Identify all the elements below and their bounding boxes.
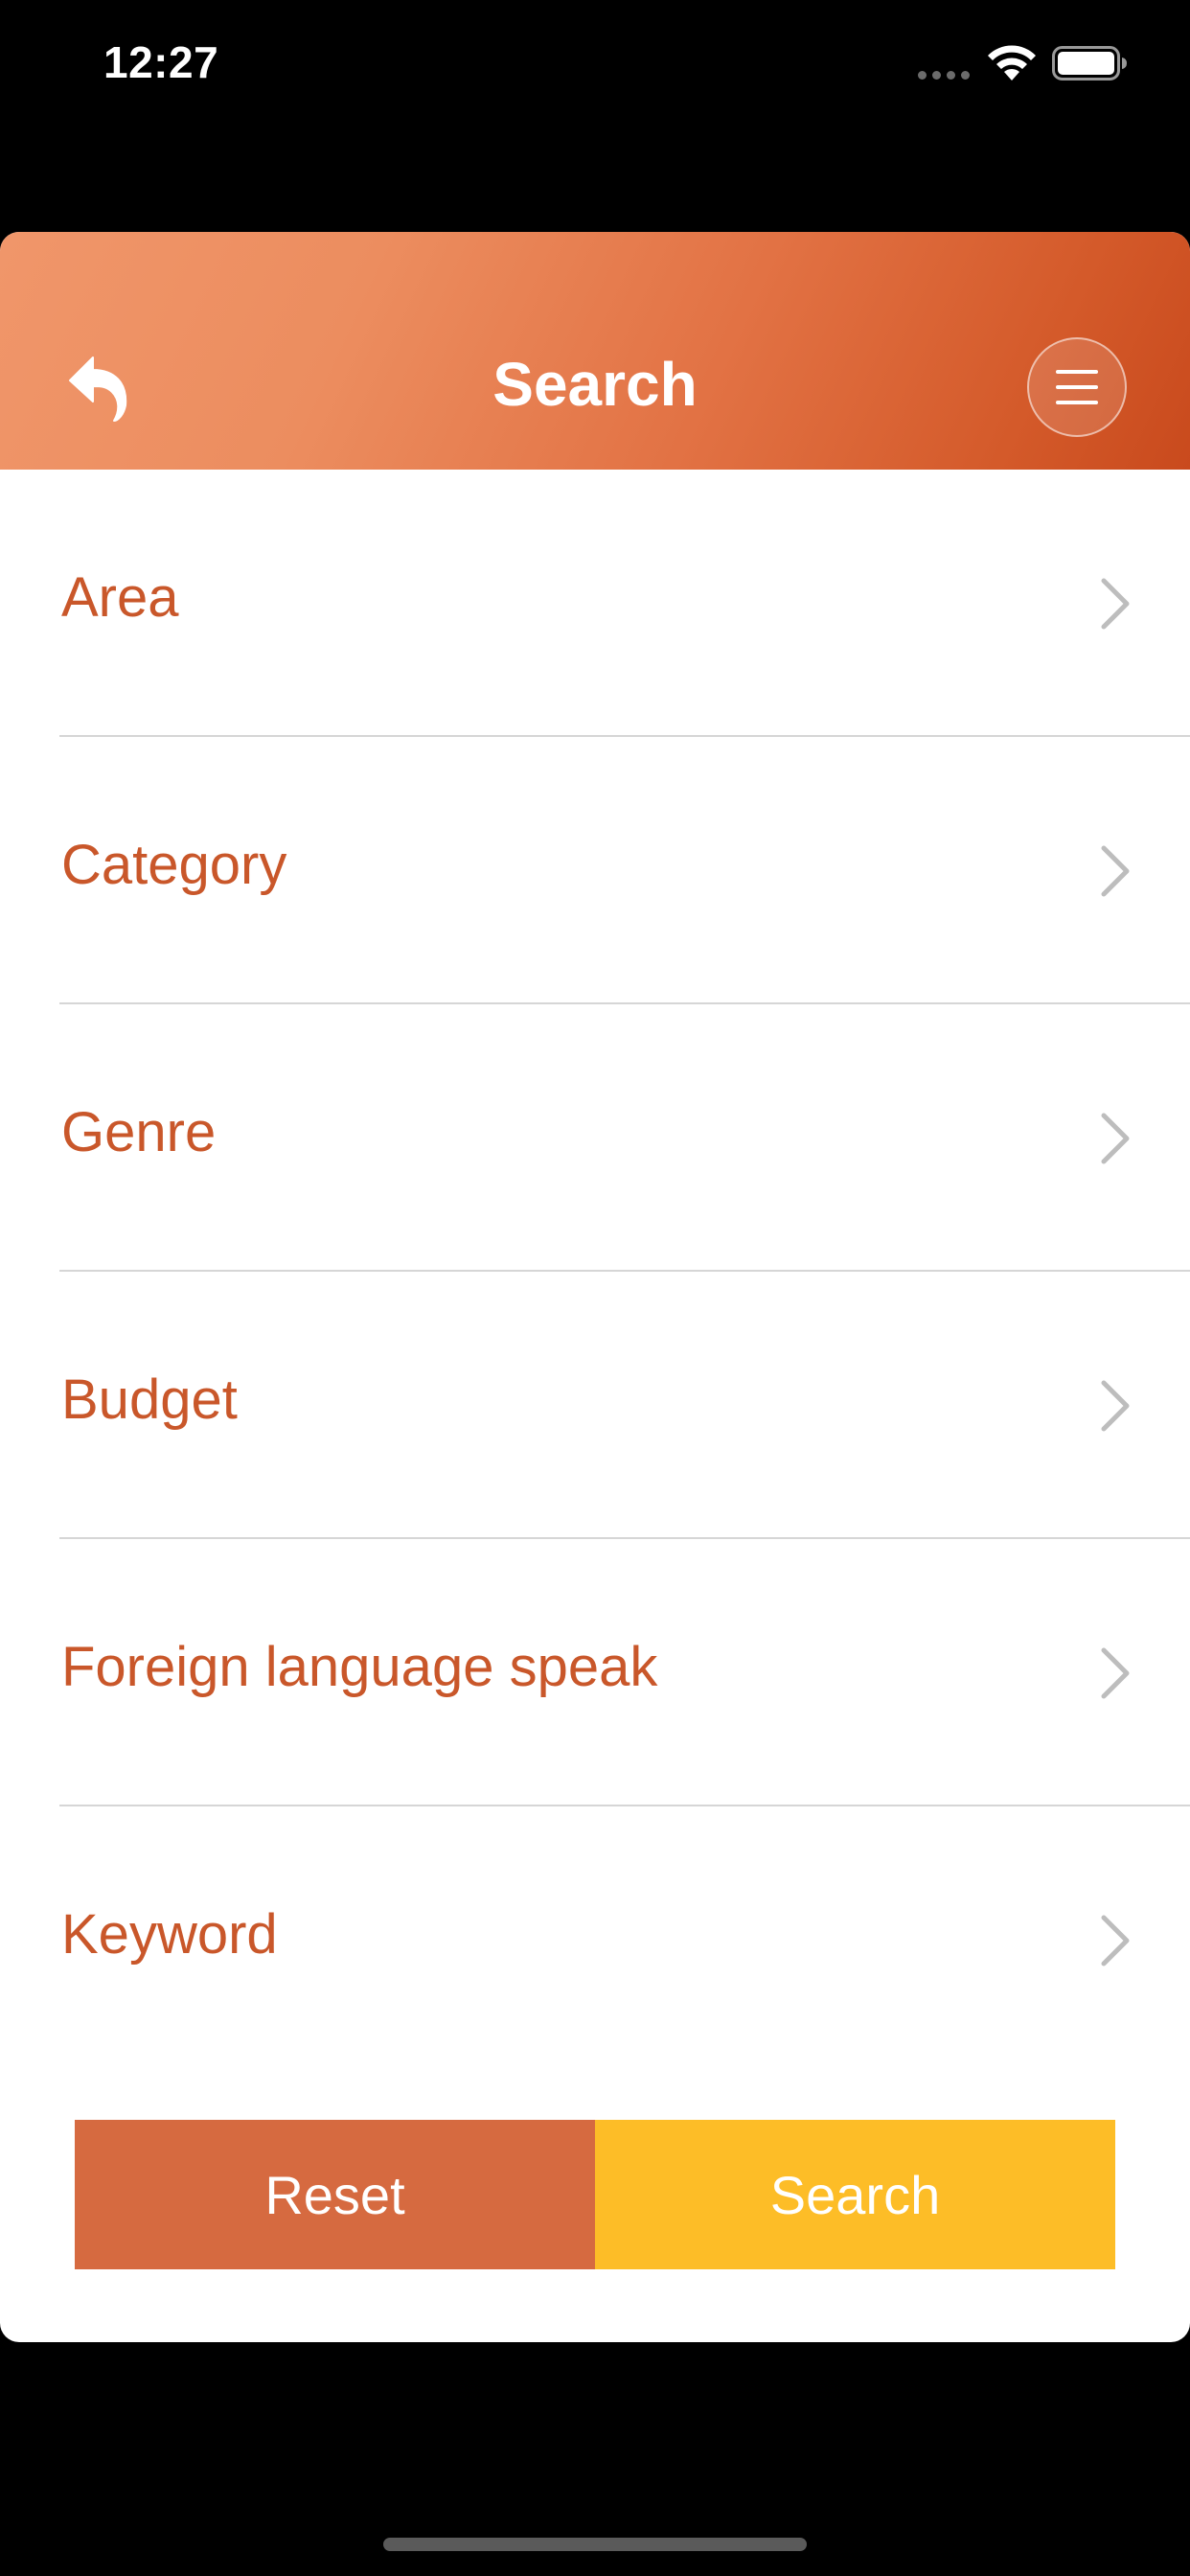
chevron-right-icon <box>1101 1380 1130 1432</box>
chevron-right-icon <box>1101 1113 1130 1164</box>
filter-item-budget[interactable]: Budget <box>0 1272 1190 1539</box>
search-button[interactable]: Search <box>595 2120 1115 2269</box>
home-indicator[interactable] <box>383 2538 807 2551</box>
filter-list: Area Category Genre Budget Foreign langu… <box>0 470 1190 2074</box>
filter-label: Budget <box>61 1368 238 1431</box>
chevron-right-icon <box>1101 845 1130 897</box>
hamburger-menu-icon <box>1056 370 1098 404</box>
header-bar: Search <box>0 232 1190 470</box>
filter-label: Foreign language speak <box>61 1636 658 1698</box>
status-time: 12:27 <box>103 37 219 87</box>
filter-label: Keyword <box>61 1903 278 1966</box>
page-title: Search <box>492 350 698 419</box>
action-buttons: Reset Search <box>75 2120 1115 2269</box>
menu-button[interactable] <box>1027 337 1127 437</box>
wifi-icon <box>988 45 1036 80</box>
filter-item-keyword[interactable]: Keyword <box>0 1806 1190 2074</box>
chevron-right-icon <box>1101 578 1130 630</box>
search-panel: Search Area Category Genre Budget Foreig… <box>0 232 1190 2342</box>
filter-item-foreign-language[interactable]: Foreign language speak <box>0 1539 1190 1806</box>
chevron-right-icon <box>1101 1915 1130 1966</box>
filter-item-category[interactable]: Category <box>0 737 1190 1004</box>
filter-label: Genre <box>61 1101 217 1163</box>
filter-item-genre[interactable]: Genre <box>0 1004 1190 1272</box>
filter-item-area[interactable]: Area <box>0 470 1190 737</box>
filter-label: Category <box>61 834 287 896</box>
battery-icon <box>1052 46 1127 80</box>
filter-label: Area <box>61 566 179 629</box>
chevron-right-icon <box>1101 1647 1130 1699</box>
cellular-signal-icon <box>918 71 970 80</box>
status-bar: 12:27 <box>0 0 1190 134</box>
reset-button[interactable]: Reset <box>75 2120 595 2269</box>
